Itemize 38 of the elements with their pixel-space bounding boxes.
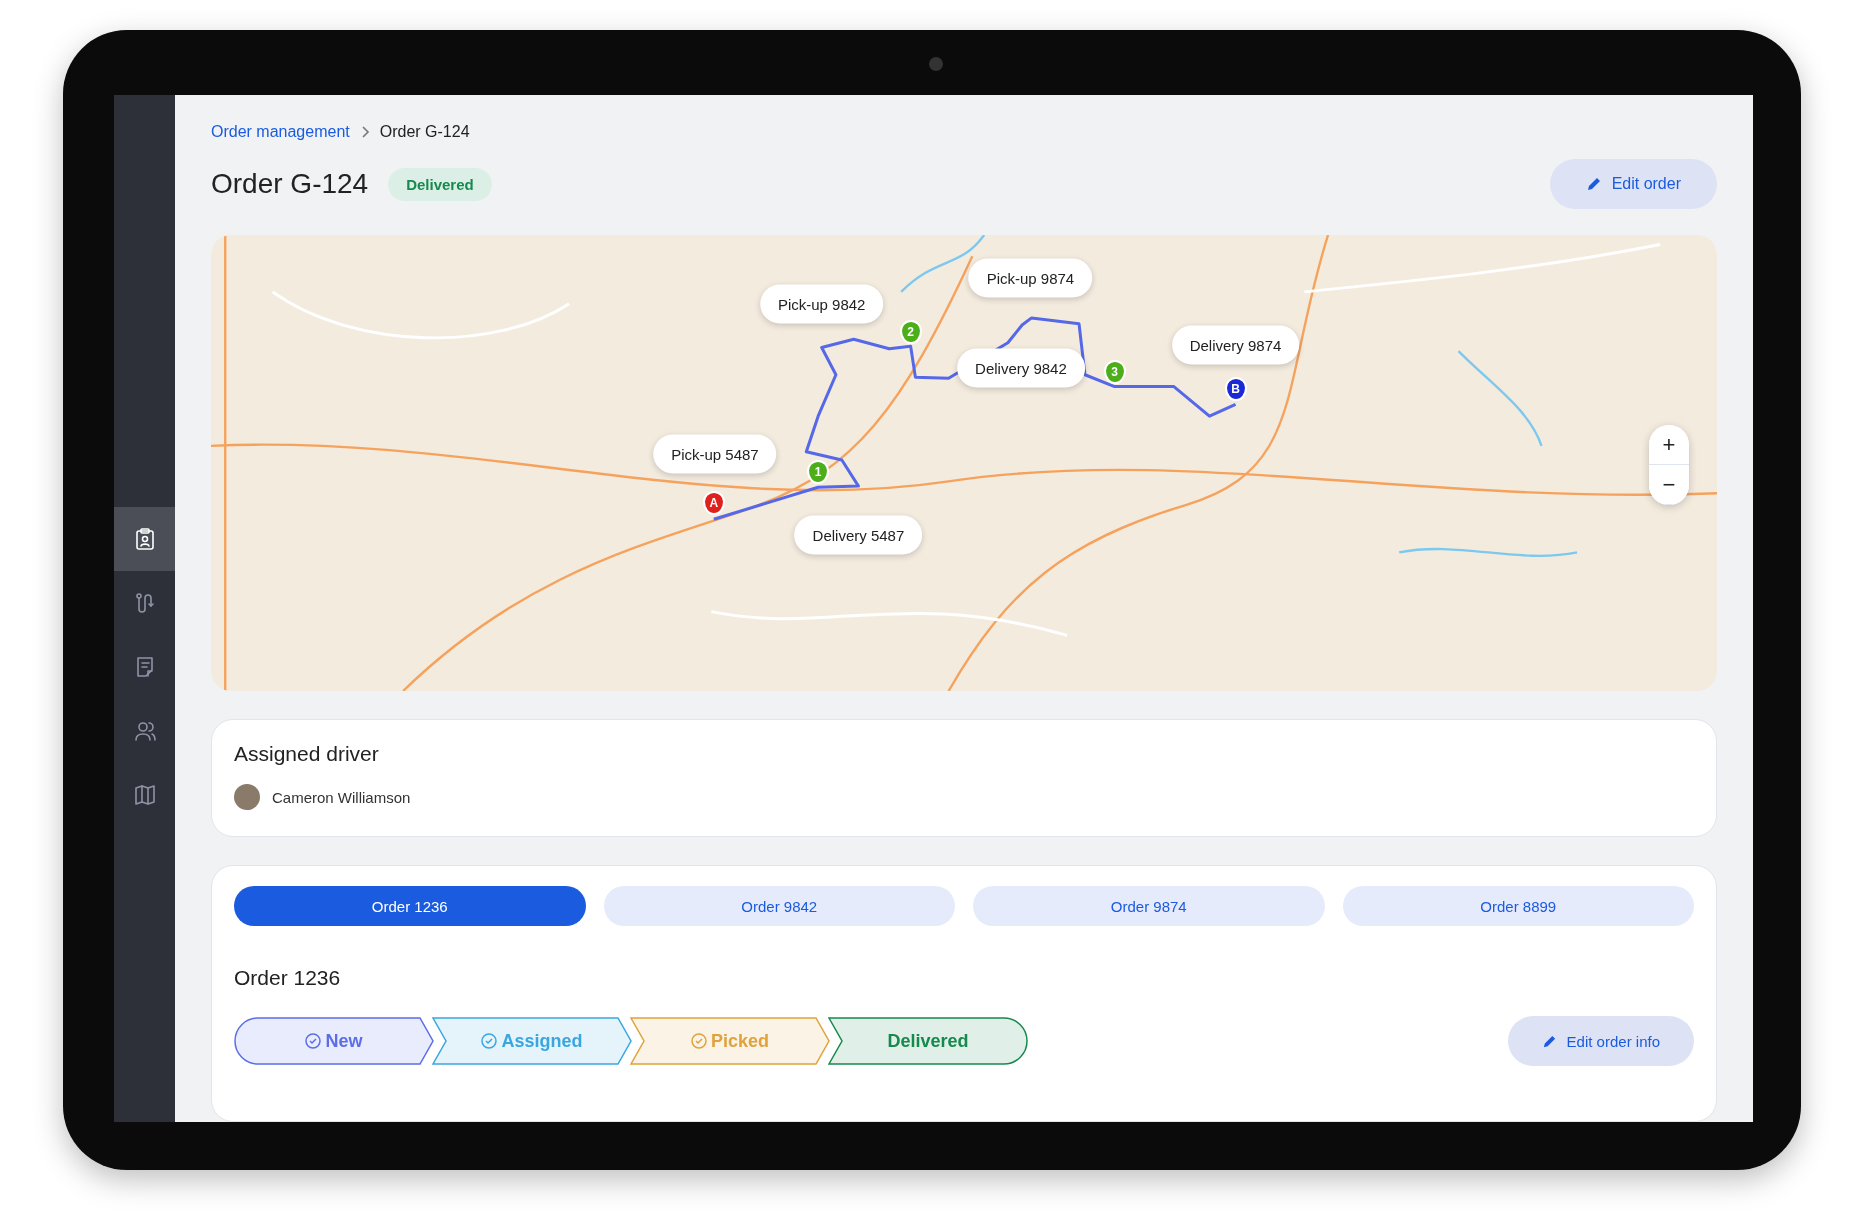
order-title: Order 1236 <box>234 966 342 990</box>
edit-order-button[interactable]: Edit order <box>1549 159 1717 209</box>
order-tab[interactable]: Order 9874 <box>973 886 1325 926</box>
step-label: Assigned <box>501 1030 583 1052</box>
map-callout: Pick-up 9842 <box>759 284 884 324</box>
check-circle-icon <box>481 1033 498 1049</box>
step-label: Delivered <box>887 1030 969 1052</box>
step-label: Picked <box>710 1030 769 1052</box>
users-icon <box>133 719 156 743</box>
map-callout: Delivery 5487 <box>794 515 923 555</box>
check-circle-icon <box>305 1033 322 1049</box>
page-title: Order G-124 <box>211 168 369 200</box>
breadcrumb-link[interactable]: Order management <box>211 123 350 141</box>
map-icon <box>133 783 156 807</box>
driver-name: Cameron Williamson <box>272 788 411 806</box>
order-tab[interactable]: Order 9842 <box>603 886 955 926</box>
clipboard-user-icon <box>133 527 156 551</box>
pencil-icon <box>1585 176 1602 192</box>
camera-icon <box>929 57 943 71</box>
chevron-icon <box>359 126 370 138</box>
zoom-in-button[interactable]: + <box>1649 425 1689 465</box>
map-callout: Delivery 9874 <box>1171 325 1300 365</box>
breadcrumb-current: Order G-124 <box>379 123 470 141</box>
map-callout: Pick-up 9874 <box>968 258 1093 298</box>
order-tab[interactable]: Order 1236 <box>234 886 586 926</box>
zoom-out-button[interactable]: − <box>1649 465 1689 505</box>
pencil-icon <box>1541 1033 1557 1049</box>
order-tab[interactable]: Order 8899 <box>1342 886 1694 926</box>
map-callout: Pick-up 5487 <box>653 434 777 474</box>
sidebar-item[interactable] <box>114 507 175 571</box>
edit-order-info-button[interactable]: Edit order info <box>1507 1016 1694 1066</box>
status-badge: Delivered <box>388 167 492 201</box>
avatar <box>234 784 260 810</box>
map-callout: Delivery 9842 <box>957 348 1085 388</box>
check-circle-icon <box>690 1033 707 1049</box>
card-heading: Assigned driver <box>234 742 380 766</box>
step-label: New <box>325 1030 363 1052</box>
route-icon <box>133 591 156 615</box>
